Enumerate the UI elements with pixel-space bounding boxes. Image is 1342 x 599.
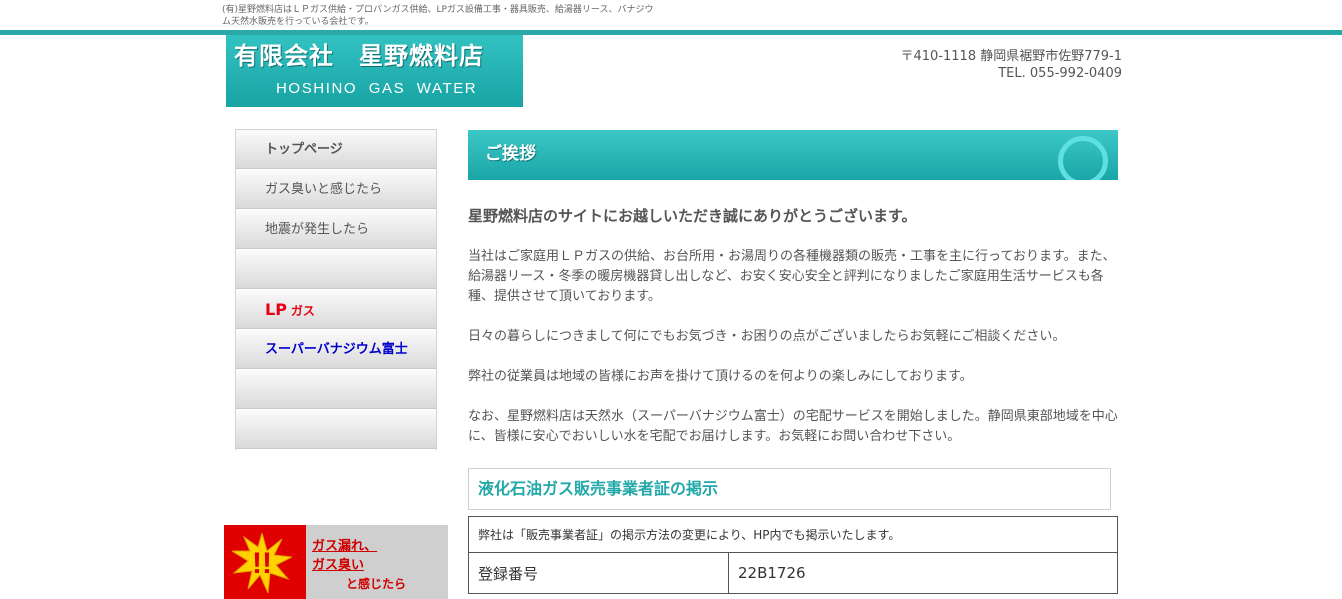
nav-item-super-vanadium[interactable]: スーパーバナジウム富士 — [236, 330, 436, 370]
nav-item-blank-1[interactable] — [236, 250, 436, 290]
site-tagline: (有)星野燃料店はＬＰガス供給・プロパンガス供給、LPガス設備工事・器具販売、給… — [222, 5, 654, 27]
logo-company-name: 有限会社 星野燃料店 — [234, 42, 484, 70]
nav-item-top-page[interactable]: トップページ — [236, 130, 436, 170]
header-rule — [0, 30, 1342, 35]
leak-line-2[interactable]: ガス臭い — [312, 556, 442, 575]
site-logo[interactable]: 有限会社 星野燃料店 HOSHINO GAS WATER — [226, 35, 523, 107]
greeting-heading: ご挨拶 — [485, 144, 536, 164]
main-content: ご挨拶 星野燃料店のサイトにお越しいただき誠にありがとうございます。 当社はご家… — [468, 130, 1118, 594]
greeting-heading-bar: ご挨拶 — [468, 130, 1118, 180]
cert-row-value: 22B1726 — [728, 552, 1118, 594]
sidebar-nav: トップページ ガス臭いと感じたら 地震が発生したら LP ガス スーパーバナジウム… — [235, 129, 437, 450]
gas-leak-banner[interactable]: !! ガス漏れ、 ガス臭い と感じたら — [224, 525, 448, 599]
leak-line-3: と感じたら — [346, 577, 407, 591]
cert-note: 弊社は「販売事業者証」の掲示方法の変更により、HP内でも掲示いたします。 — [468, 516, 1118, 553]
cert-row-key: 登録番号 — [468, 552, 729, 594]
telephone: TEL. 055-992-0409 — [998, 66, 1122, 81]
ring-decoration-icon — [1058, 136, 1108, 180]
leak-line-1[interactable]: ガス漏れ、 — [312, 537, 442, 556]
nav-item-blank-2[interactable] — [236, 370, 436, 410]
page: (有)星野燃料店はＬＰガス供給・プロパンガス供給、LPガス設備工事・器具販売、給… — [0, 0, 1342, 599]
nav-item-gas-smell[interactable]: ガス臭いと感じたら — [236, 170, 436, 210]
logo-subtitle: HOSHINO GAS WATER — [276, 80, 478, 97]
greeting-paragraph-4: なお、星野燃料店は天然水（スーパーバナジウム富士）の宅配サービスを開始しました。… — [468, 409, 1118, 444]
nav-item-lp-gas[interactable]: LP ガス — [236, 290, 436, 330]
greeting-paragraph-2: 日々の暮らしにつきまして何にでもお気づき・お困りの点がございましたらお気軽にご相… — [468, 329, 1066, 344]
greeting-paragraph-1: 当社はご家庭用ＬＰガスの供給、お台所用・お湯周りの各種機器類の販売・工事を主に行… — [468, 249, 1116, 304]
address: 〒410-1118 静岡県裾野市佐野779-1 — [900, 49, 1123, 64]
nav-gas-label: ガス — [290, 304, 315, 318]
leak-banner-text: ガス漏れ、 ガス臭い と感じたら — [312, 537, 442, 594]
nav-lp-label: LP — [265, 300, 287, 319]
nav-item-blank-3[interactable] — [236, 410, 436, 450]
svg-text:!!: !! — [252, 547, 272, 580]
cert-heading-box: 液化石油ガス販売事業者証の掲示 — [468, 468, 1111, 510]
leak-banner-red-panel: !! — [224, 525, 306, 599]
cert-heading: 液化石油ガス販売事業者証の掲示 — [478, 479, 719, 498]
greeting-paragraph-3: 弊社の従業員は地域の皆様にお声を掛けて頂けるのを何よりの楽しみにしております。 — [468, 369, 973, 384]
contact-info: 〒410-1118 静岡県裾野市佐野779-1 TEL. 055-992-040… — [862, 48, 1123, 82]
greeting-lead: 星野燃料店のサイトにお越しいただき誠にありがとうございます。 — [468, 207, 917, 225]
warning-burst-icon: !! — [232, 533, 292, 593]
table-row: 登録番号 22B1726 — [468, 552, 1118, 594]
cert-note-row: 弊社は「販売事業者証」の掲示方法の変更により、HP内でも掲示いたします。 — [468, 516, 1118, 553]
nav-item-earthquake[interactable]: 地震が発生したら — [236, 210, 436, 250]
cert-table: 弊社は「販売事業者証」の掲示方法の変更により、HP内でも掲示いたします。 登録番… — [468, 516, 1118, 594]
